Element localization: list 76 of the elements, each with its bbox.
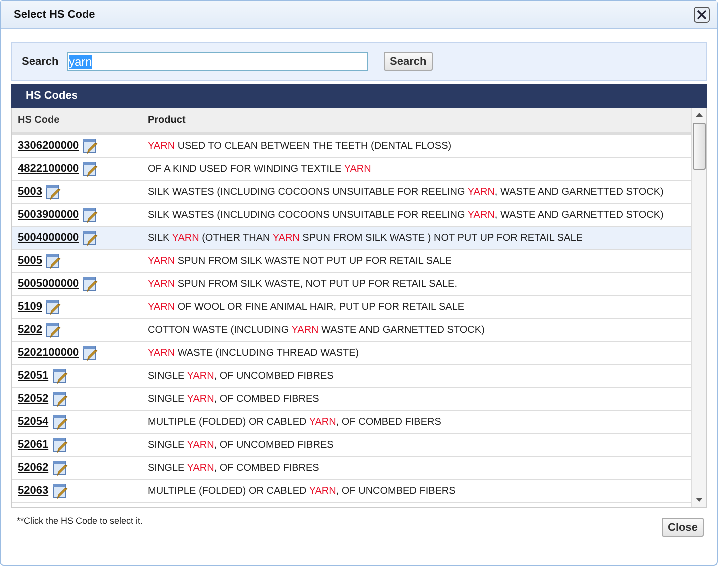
table-row[interactable]: 5202100000 YARN WASTE (INCLUDING THREAD WASTE) [12, 342, 691, 365]
edit-icon[interactable] [52, 368, 68, 384]
edit-icon[interactable] [45, 253, 62, 269]
edit-icon[interactable] [82, 276, 98, 292]
edit-icon[interactable] [82, 138, 98, 154]
edit-icon[interactable] [82, 161, 98, 177]
hs-code-link[interactable]: 52052 [18, 393, 49, 405]
search-button[interactable]: Search [384, 52, 433, 71]
table-row[interactable]: 52054 MULTIPLE (FOLDED) OR CABLED YARN, OF COMBED FIBERS [12, 411, 691, 434]
hs-code-link[interactable]: 5004000000 [18, 232, 80, 244]
product-cell-text: SINGLE YARN, OF COMBED FIBRES [148, 462, 320, 474]
table-row[interactable]: 5005 YARN SPUN FROM SILK WASTE NOT PUT UP FOR RETAIL SALE [12, 250, 691, 273]
product-cell-text: SILK YARN (OTHER THAN YARN SPUN FROM SILK WASTE ) NOT PUT UP FOR RETAIL SALE [148, 232, 584, 244]
column-header: Product [148, 114, 187, 126]
edit-icon[interactable] [52, 483, 68, 499]
hs-code-link[interactable]: 3306200000 [18, 140, 80, 152]
product-cell-text: YARN SPUN FROM SILK WASTE, NOT PUT UP FOR RETAIL SALE. [148, 278, 459, 290]
product-cell-text: SINGLE YARN, OF UNCOMBED FIBRES [148, 440, 335, 450]
table-row[interactable]: 52061 SINGLE YARN, OF UNCOMBED FIBRES [12, 434, 691, 457]
close-icon [697, 10, 707, 20]
table-row[interactable]: 5202 COTTON WASTE (INCLUDING YARN WASTE AND GARNETTED STOCK) [12, 319, 691, 342]
product-cell-text: MULTIPLE (FOLDED) OR CABLED YARN, OF UNCOMBED FIBERS [148, 486, 457, 496]
table-row[interactable]: 52062 SINGLE YARN, OF COMBED FIBRES [12, 457, 691, 480]
hs-code-link[interactable]: 5005 [18, 255, 42, 267]
product-cell-text: YARN SPUN FROM SILK WASTE NOT PUT UP FOR RETAIL SALE [148, 256, 453, 266]
product-cell-text: SILK WASTES (INCLUDING COCOONS UNSUITABLE FOR REELING YARN, WASTE AND GARNETTED STOCK) [148, 210, 665, 220]
edit-icon[interactable] [82, 345, 98, 361]
hs-code-link[interactable]: 52054 [18, 416, 49, 428]
edit-icon[interactable] [45, 299, 62, 315]
hs-code-link[interactable]: 4822100000 [18, 163, 80, 175]
product-cell-text: SINGLE YARN, OF COMBED FIBRES [148, 394, 320, 404]
window-title: Select HS Code [14, 8, 96, 20]
product-cell-text: OF A KIND USED FOR WINDING TEXTILE YARN [148, 164, 372, 174]
product-cell-text: SINGLE YARN, OF UNCOMBED FIBRES [148, 370, 335, 382]
table-row[interactable]: 5003 SILK WASTES (INCLUDING COCOONS UNSUITABLE FOR REELING YARN, WASTE AND GARNETTED STOCK) [12, 181, 691, 204]
hs-code-link[interactable]: 5109 [18, 301, 42, 313]
product-cell-text: YARN WASTE (INCLUDING THREAD WASTE) [148, 348, 360, 358]
table-row[interactable]: 52063 MULTIPLE (FOLDED) OR CABLED YARN, OF UNCOMBED FIBERS [12, 480, 691, 503]
hs-code-link[interactable]: 52062 [18, 462, 49, 474]
close-button[interactable] [694, 6, 710, 22]
hs-code-link[interactable]: 5003900000 [18, 209, 80, 221]
scrollbar[interactable] [691, 108, 706, 507]
panel-title: HS Codes [26, 90, 78, 102]
edit-icon[interactable] [52, 437, 68, 453]
table-row[interactable]: 52051 SINGLE YARN, OF UNCOMBED FIBRES [12, 365, 691, 388]
hs-code-link[interactable]: 52061 [18, 439, 49, 451]
hs-code-link[interactable]: 5202 [18, 324, 42, 336]
product-cell-text: YARN USED TO CLEAN BETWEEN THE TEETH (DENTAL FLOSS) [148, 140, 453, 152]
scroll-down-icon[interactable] [696, 498, 702, 502]
product-cell-text: MULTIPLE (FOLDED) OR CABLED YARN, OF COMBED FIBERS [148, 416, 442, 428]
edit-icon[interactable] [82, 230, 98, 246]
table-row[interactable]: 3306200000 YARN USED TO CLEAN BETWEEN THE TEETH (DENTAL FLOSS) [12, 135, 691, 158]
edit-icon[interactable] [52, 460, 68, 476]
edit-icon[interactable] [52, 391, 68, 407]
table-row[interactable]: 52052 SINGLE YARN, OF COMBED FIBRES [12, 388, 691, 411]
table-row[interactable]: 5005000000 YARN SPUN FROM SILK WASTE, NOT PUT UP FOR RETAIL SALE. [12, 273, 691, 296]
hs-code-link[interactable]: 5005000000 [18, 278, 80, 290]
product-cell-text: COTTON WASTE (INCLUDING YARN WASTE AND GARNETTED STOCK) [148, 324, 486, 336]
edit-icon[interactable] [52, 414, 68, 430]
table-row[interactable]: 4822100000 OF A KIND USED FOR WINDING TEXTILE YARN [12, 158, 691, 181]
edit-icon[interactable] [45, 184, 62, 200]
hs-code-link[interactable]: 5003 [18, 186, 42, 198]
table-row[interactable]: 5109 YARN OF WOOL OR FINE ANIMAL HAIR, PUT UP FOR RETAIL SALE [12, 296, 691, 319]
table-row[interactable]: 5004000000 SILK YARN (OTHER THAN YARN SPUN FROM SILK WASTE ) NOT PUT UP FOR RETAIL SALE [12, 227, 691, 250]
scroll-up-icon[interactable] [696, 113, 702, 117]
column-header: HS Code [17, 114, 61, 126]
edit-icon[interactable] [45, 322, 62, 338]
product-cell-text: YARN OF WOOL OR FINE ANIMAL HAIR, PUT UP FOR RETAIL SALE [148, 302, 466, 312]
close-dialog-button[interactable]: Close [662, 518, 704, 537]
product-cell-text: SILK WASTES (INCLUDING COCOONS UNSUITABLE FOR REELING YARN, WASTE AND GARNETTED STOCK) [148, 186, 665, 198]
hint-text: **Click the HS Code to select it. [17, 516, 144, 526]
hs-code-link[interactable]: 52051 [18, 370, 49, 382]
edit-icon[interactable] [82, 207, 98, 223]
scroll-thumb[interactable] [692, 123, 706, 170]
hs-code-link[interactable]: 5202100000 [18, 347, 80, 359]
hs-code-link[interactable]: 52063 [18, 485, 49, 497]
